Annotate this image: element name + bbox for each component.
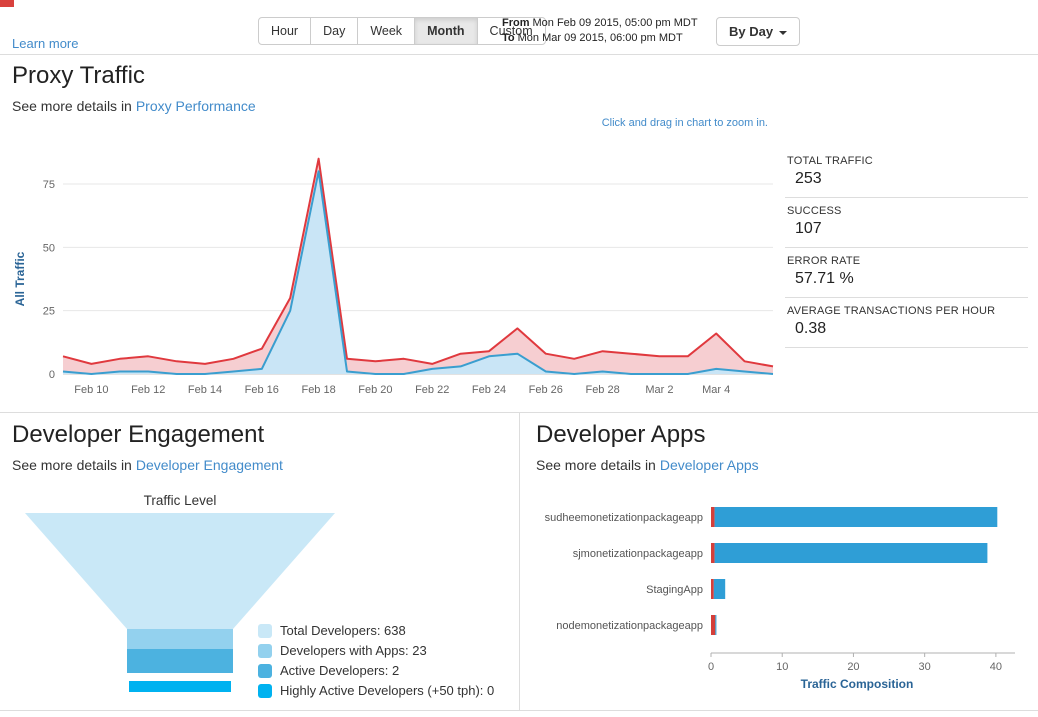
bottom-divider [0,710,1038,711]
svg-text:Feb 26: Feb 26 [529,384,563,396]
legend-label: Developers with Apps: 23 [280,643,427,658]
svg-text:Feb 20: Feb 20 [358,384,392,396]
proxy-traffic-subtitle: See more details in Proxy Performance [12,98,256,114]
svg-text:Mar 4: Mar 4 [702,384,730,396]
svg-text:Mar 2: Mar 2 [645,384,673,396]
range-hour-button[interactable]: Hour [258,17,312,45]
proxy-performance-link[interactable]: Proxy Performance [136,98,256,114]
granularity-dropdown[interactable]: By Day [716,17,801,46]
legend-item: Developers with Apps: 23 [258,643,494,658]
stat-avg-tph: AVERAGE TRANSACTIONS PER HOUR 0.38 [785,298,1028,348]
see-more-text: See more details in [12,457,132,473]
see-more-text: See more details in [12,98,132,114]
granularity-label: By Day [729,24,774,39]
logo-fragment [0,0,14,7]
svg-text:Feb 18: Feb 18 [301,384,335,396]
svg-text:Feb 22: Feb 22 [415,384,449,396]
from-value: Mon Feb 09 2015, 05:00 pm MDT [532,17,698,29]
svg-text:30: 30 [919,661,931,673]
range-month-button[interactable]: Month [414,17,478,45]
developer-apps-subtitle: See more details in Developer Apps [536,457,759,473]
from-label: From [502,17,530,29]
range-day-button[interactable]: Day [310,17,359,45]
legend-item: Active Developers: 2 [258,663,494,678]
stat-value: 253 [795,170,822,187]
legend-swatch-icon [258,663,272,678]
legend-swatch-icon [258,643,272,658]
svg-text:20: 20 [847,661,859,673]
stat-value: 57.71 % [795,270,854,287]
developer-engagement-subtitle: See more details in Developer Engagement [12,457,283,473]
stat-label: TOTAL TRAFFIC [787,155,873,167]
svg-text:Feb 10: Feb 10 [74,384,108,396]
learn-more-link[interactable]: Learn more [12,36,78,51]
svg-text:StagingApp: StagingApp [646,584,703,596]
proxy-traffic-chart[interactable]: 0 25 50 75 Feb 10 Feb 12 Feb 14 Feb 16 Feb 18 Feb… [8,132,783,406]
developer-apps-title: Developer Apps [536,421,706,448]
svg-text:nodemonetizationpackageapp: nodemonetizationpackageapp [556,620,703,632]
svg-text:Feb 16: Feb 16 [245,384,279,396]
stat-label: ERROR RATE [787,255,861,267]
stat-success: SUCCESS 107 [785,198,1028,248]
developer-engagement-link[interactable]: Developer Engagement [136,457,283,473]
svg-text:All Traffic: All Traffic [13,251,27,306]
svg-text:sjmonetizationpackageapp: sjmonetizationpackageapp [573,548,703,560]
svg-text:0: 0 [708,661,714,673]
stat-label: AVERAGE TRANSACTIONS PER HOUR [787,305,996,317]
caret-down-icon [779,30,788,35]
date-range-to: To Mon Mar 09 2015, 06:00 pm MDT [502,31,698,46]
range-week-button[interactable]: Week [357,17,416,45]
stat-label: SUCCESS [787,205,842,217]
svg-text:Feb 24: Feb 24 [472,384,506,396]
developer-apps-chart[interactable]: sudheemonetizationpackageapp sjmonetizati… [533,501,1033,698]
chart-zoom-hint: Click and drag in chart to zoom in. [601,117,768,129]
svg-text:25: 25 [43,306,55,318]
svg-text:Traffic Composition: Traffic Composition [801,677,914,691]
proxy-stats-panel: TOTAL TRAFFIC 253 SUCCESS 107 ERROR RATE… [785,148,1028,348]
svg-text:Feb 12: Feb 12 [131,384,165,396]
svg-text:50: 50 [43,242,55,254]
topbar: Learn more Hour Day Week Month Custom Fr… [0,0,1038,55]
funnel-title: Traffic Level [143,493,217,508]
svg-text:75: 75 [43,179,55,191]
see-more-text: See more details in [536,457,656,473]
date-range-from: From Mon Feb 09 2015, 05:00 pm MDT [502,16,698,31]
legend-item: Highly Active Developers (+50 tph): 0 [258,683,494,698]
date-range: From Mon Feb 09 2015, 05:00 pm MDT To Mon … [502,16,698,46]
stat-value: 0.38 [795,320,827,337]
legend-label: Active Developers: 2 [280,663,400,678]
engagement-legend: Total Developers: 638 Developers with Ap… [258,623,494,703]
stat-value: 107 [795,220,822,237]
svg-text:40: 40 [990,661,1002,673]
developer-engagement-section: Developer Engagement See more details in… [0,413,520,710]
legend-label: Highly Active Developers (+50 tph): 0 [280,683,495,698]
legend-item: Total Developers: 638 [258,623,494,638]
proxy-traffic-title: Proxy Traffic [12,62,145,89]
svg-text:10: 10 [776,661,788,673]
stat-error-rate: ERROR RATE 57.71 % [785,248,1028,298]
stat-total-traffic: TOTAL TRAFFIC 253 [785,148,1028,198]
svg-text:Feb 14: Feb 14 [188,384,222,396]
developer-engagement-title: Developer Engagement [12,421,265,448]
developer-apps-link[interactable]: Developer Apps [660,457,759,473]
to-value: Mon Mar 09 2015, 06:00 pm MDT [517,32,683,44]
svg-text:0: 0 [49,369,55,381]
svg-text:Feb 28: Feb 28 [585,384,619,396]
developer-apps-section: Developer Apps See more details in Develo… [521,413,1038,710]
legend-label: Total Developers: 638 [280,623,406,638]
legend-swatch-icon [258,623,272,638]
legend-swatch-icon [258,683,272,698]
svg-text:sudheemonetizationpackageapp: sudheemonetizationpackageapp [545,512,703,524]
to-label: To [502,32,515,44]
